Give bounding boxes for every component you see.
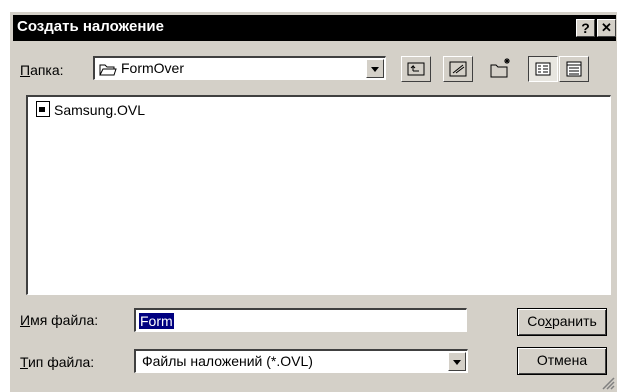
folder-icon <box>99 64 117 76</box>
cancel-button[interactable]: Отмена <box>517 347 607 375</box>
resize-grip-icon[interactable] <box>601 376 615 390</box>
new-folder-button[interactable] <box>486 56 516 82</box>
up-folder-button[interactable] <box>401 56 431 82</box>
filetype-combo[interactable]: Файлы наложений (*.OVL) <box>134 349 468 373</box>
filename-input[interactable]: Form <box>134 308 467 332</box>
filetype-label: Тип файла: <box>20 354 95 370</box>
desktop-icon <box>449 61 467 77</box>
save-overlay-dialog: Создать наложение ? ✕ Папка: FormOver Sa… <box>9 11 617 392</box>
window-title: Создать наложение <box>17 18 164 35</box>
file-name: Samsung.OVL <box>54 102 146 118</box>
filetype-dropdown-button[interactable] <box>448 352 466 371</box>
desktop-button[interactable] <box>443 56 473 82</box>
close-button[interactable]: ✕ <box>597 19 616 37</box>
folder-dropdown-button[interactable] <box>366 59 384 78</box>
filename-label: Имя файла: <box>20 312 99 328</box>
list-item[interactable]: Samsung.OVL <box>36 101 145 118</box>
filename-value: Form <box>139 313 174 329</box>
list-view-icon <box>535 62 551 76</box>
details-view-icon <box>566 61 582 77</box>
new-folder-icon <box>490 58 510 78</box>
up-folder-icon <box>407 62 425 76</box>
save-button[interactable]: Сохранить <box>517 308 607 336</box>
file-icon <box>36 101 50 117</box>
help-button[interactable]: ? <box>576 19 595 37</box>
folder-combo[interactable]: FormOver <box>93 56 386 80</box>
folder-value: FormOver <box>121 60 184 76</box>
folder-label: Папка: <box>20 62 64 78</box>
file-list[interactable]: Samsung.OVL <box>26 95 611 295</box>
details-view-button[interactable] <box>559 56 589 82</box>
filetype-value: Файлы наложений (*.OVL) <box>142 353 313 369</box>
title-bar[interactable]: Создать наложение ? ✕ <box>13 15 616 41</box>
list-view-button[interactable] <box>528 56 558 82</box>
